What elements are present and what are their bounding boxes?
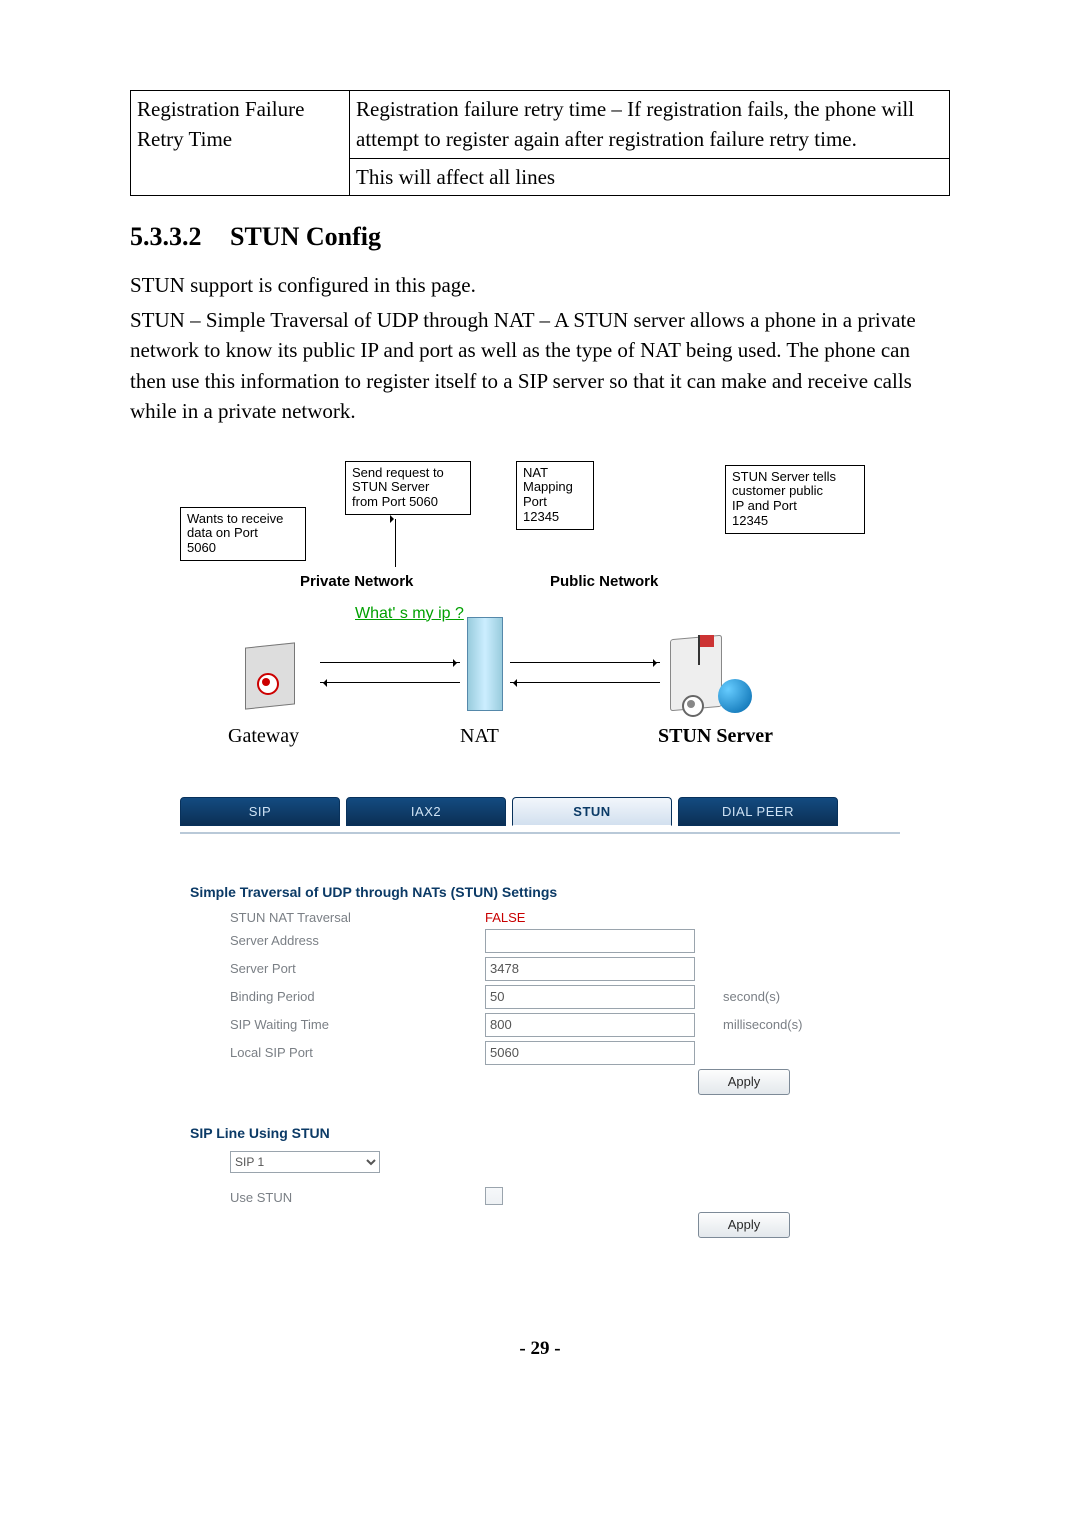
whats-my-ip-label: What' s my ip ? [355,605,464,623]
retry-note-cell: This will affect all lines [350,158,950,195]
section-title: STUN Config [230,222,381,251]
row-sip-waiting: SIP Waiting Time millisecond(s) [230,1013,890,1037]
row-nat-traversal: STUN NAT Traversal FALSE [230,910,890,925]
tab-bar: SIP IAX2 STUN DIAL PEER [180,797,900,826]
nat-label: NAT [460,725,499,748]
unit-milliseconds: millisecond(s) [723,1017,802,1032]
arrow-back [510,682,660,683]
intro-line: STUN support is configured in this page. [130,270,950,300]
stun-server-label: STUN Server [658,725,773,748]
label-sip-waiting: SIP Waiting Time [230,1017,485,1032]
checkbox-use-stun[interactable] [485,1187,503,1205]
tab-iax2[interactable]: IAX2 [346,797,506,826]
sip-line-select[interactable]: SIP 1 [230,1151,380,1173]
apply-stun-settings-button[interactable]: Apply [698,1069,790,1095]
label-server-address: Server Address [230,933,485,948]
input-server-address[interactable] [485,929,695,953]
input-local-sip-port[interactable] [485,1041,695,1065]
arrow [320,662,460,663]
public-network-label: Public Network [550,573,658,590]
label-local-sip-port: Local SIP Port [230,1045,485,1060]
apply-sip-line-button[interactable]: Apply [698,1212,790,1238]
value-nat-traversal: FALSE [485,910,705,925]
private-network-label: Private Network [300,573,413,590]
retry-desc-cell: Registration failure retry time – If reg… [350,91,950,159]
retry-label-cell: Registration Failure Retry Time [131,91,350,196]
gateway-icon [235,635,315,715]
row-server-port: Server Port [230,957,890,981]
label-binding-period: Binding Period [230,989,485,1004]
arrow [510,662,660,663]
label-nat-traversal: STUN NAT Traversal [230,910,485,925]
stun-config-panel: SIP IAX2 STUN DIAL PEER Simple Traversal… [180,797,900,1268]
diagram-box-stun-tells: STUN Server tells customer public IP and… [725,465,865,535]
tab-sip[interactable]: SIP [180,797,340,826]
diagram-box-send-request: Send request to STUN Server from Port 50… [345,461,471,516]
row-server-address: Server Address [230,929,890,953]
arrow-back [320,682,460,683]
page-number: - 29 - [130,1338,950,1360]
input-server-port[interactable] [485,957,695,981]
stun-server-icon [670,637,780,717]
arrow [395,519,397,567]
stun-diagram: Wants to receive data on Port 5060 Send … [180,457,900,757]
row-use-stun: Use STUN [230,1187,890,1208]
diagram-box-nat-mapping: NAT Mapping Port 12345 [516,461,594,531]
label-server-port: Server Port [230,961,485,976]
diagram-box-wants-receive: Wants to receive data on Port 5060 [180,507,306,562]
stun-settings-title: Simple Traversal of UDP through NATs (ST… [190,884,890,900]
row-local-sip-port: Local SIP Port [230,1041,890,1065]
nat-icon [467,617,507,717]
stun-description: STUN – Simple Traversal of UDP through N… [130,305,950,427]
section-heading: 5.3.3.2 STUN Config [130,222,950,252]
row-binding-period: Binding Period second(s) [230,985,890,1009]
gateway-label: Gateway [228,725,299,748]
sip-line-using-stun-title: SIP Line Using STUN [190,1125,890,1141]
unit-seconds: second(s) [723,989,780,1004]
registration-retry-table: Registration Failure Retry Time Registra… [130,90,950,196]
section-number: 5.3.3.2 [130,222,202,252]
tab-dial-peer[interactable]: DIAL PEER [678,797,838,826]
label-use-stun: Use STUN [230,1190,485,1205]
tab-stun[interactable]: STUN [512,797,672,826]
input-sip-waiting[interactable] [485,1013,695,1037]
input-binding-period[interactable] [485,985,695,1009]
